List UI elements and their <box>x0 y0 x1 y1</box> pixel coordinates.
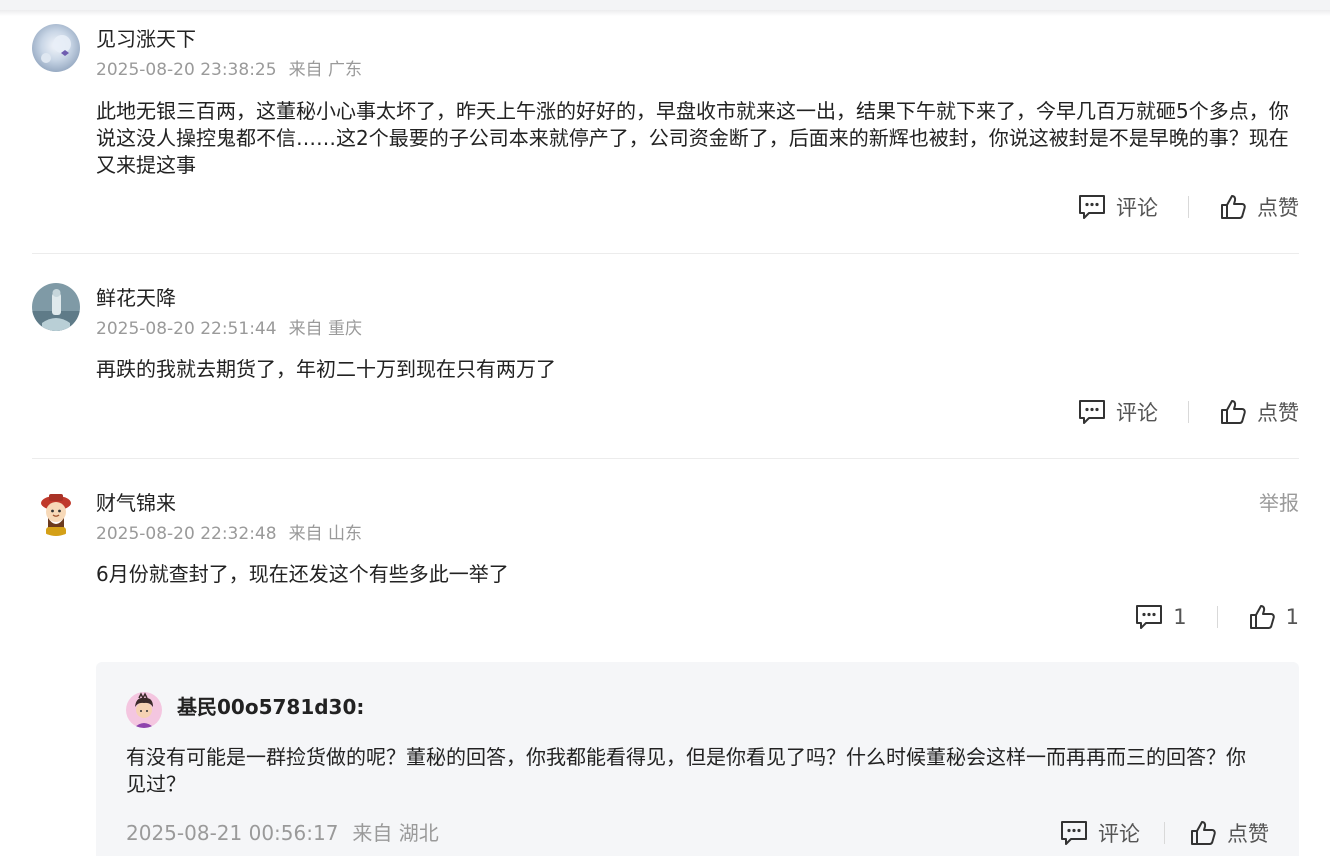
username[interactable]: 财气锦来 <box>96 489 176 517</box>
comment-meta: 2025-08-20 22:32:48 来自 山东 <box>96 522 362 546</box>
like-button[interactable]: 点赞 <box>1219 397 1299 427</box>
comment-button[interactable]: 1 <box>1135 604 1187 630</box>
username[interactable]: 鲜花天降 <box>96 284 176 312</box>
reply-avatar[interactable] <box>126 692 162 728</box>
post-location: 来自 广东 <box>288 60 362 80</box>
like-label: 点赞 <box>1257 196 1299 220</box>
comment-label: 评论 <box>1116 196 1158 220</box>
reply-meta: 2025-08-21 00:56:17 来自 湖北 <box>126 819 439 847</box>
like-button[interactable]: 点赞 <box>1219 192 1299 222</box>
thumbs-up-icon <box>1221 195 1246 219</box>
comment-meta: 2025-08-20 23:38:25 来自 广东 <box>96 58 362 82</box>
comment-actions: 1 1 <box>1135 602 1299 632</box>
action-separator <box>1188 401 1189 423</box>
comment-item: 见习涨天下 2025-08-20 23:38:25 来自 广东 此地无银三百两，这… <box>32 0 1299 253</box>
like-label: 点赞 <box>1257 401 1299 425</box>
post-time: 2025-08-20 22:32:48 <box>96 524 277 544</box>
comment-item: 鲜花天降 2025-08-20 22:51:44 来自 重庆 再跌的我就去期货了，… <box>32 254 1299 458</box>
action-separator <box>1188 196 1189 218</box>
like-count: 1 <box>1285 605 1299 629</box>
thumbs-up-icon <box>1191 821 1216 845</box>
comment-meta: 2025-08-20 22:51:44 来自 重庆 <box>96 317 362 341</box>
reply-actions: 评论 点赞 <box>1060 818 1269 848</box>
reply-comment-button[interactable]: 评论 <box>1060 818 1140 848</box>
thumbs-up-icon <box>1249 605 1275 629</box>
avatar[interactable] <box>32 283 80 331</box>
action-separator <box>1216 606 1218 628</box>
username[interactable]: 见习涨天下 <box>96 25 196 53</box>
reply-username[interactable]: 基民00o5781d30: <box>177 693 364 721</box>
comment-text: 再跌的我就去期货了，年初二十万到现在只有两万了 <box>96 357 556 381</box>
post-time: 2025-08-20 23:38:25 <box>96 60 277 80</box>
post-time: 2025-08-20 22:51:44 <box>96 319 277 339</box>
comment-icon <box>1079 195 1105 219</box>
reply-location: 来自 湖北 <box>352 821 439 845</box>
comment-actions: 评论 点赞 <box>1078 192 1299 222</box>
thumbs-up-icon <box>1221 400 1246 424</box>
comment-actions: 评论 点赞 <box>1078 397 1299 427</box>
avatar[interactable] <box>32 488 80 536</box>
reply-box: 基民00o5781d30: 有没有可能是一群捡货做的呢？董秘的回答，你我都能看得… <box>96 662 1299 856</box>
reply-time: 2025-08-21 00:56:17 <box>126 821 339 845</box>
post-location: 来自 山东 <box>288 524 362 544</box>
like-button[interactable]: 1 <box>1248 603 1299 631</box>
reply-like-button[interactable]: 点赞 <box>1189 818 1269 848</box>
report-link[interactable]: 举报 <box>1259 489 1299 517</box>
reply-text: 有没有可能是一群捡货做的呢？董秘的回答，你我都能看得见，但是你看见了吗？什么时候… <box>126 745 1246 796</box>
comment-text: 6月份就查封了，现在还发这个有些多此一举了 <box>96 562 509 586</box>
comment-icon <box>1079 400 1105 424</box>
comment-button[interactable]: 评论 <box>1078 397 1158 427</box>
action-separator <box>1164 822 1165 844</box>
like-label: 点赞 <box>1227 822 1269 846</box>
comment-count: 1 <box>1173 605 1187 629</box>
post-location: 来自 重庆 <box>288 319 362 339</box>
comment-label: 评论 <box>1098 822 1140 846</box>
comment-text: 此地无银三百两，这董秘小心事太坏了，昨天上午涨的好好的，早盘收市就来这一出，结果… <box>96 99 1289 177</box>
comment-button[interactable]: 评论 <box>1078 192 1158 222</box>
comment-item: 财气锦来 举报 2025-08-20 22:32:48 来自 山东 6月份就查封了… <box>32 459 1299 659</box>
avatar[interactable] <box>32 24 80 72</box>
comment-icon <box>1136 605 1163 629</box>
comment-icon <box>1061 821 1087 845</box>
comment-label: 评论 <box>1116 401 1158 425</box>
